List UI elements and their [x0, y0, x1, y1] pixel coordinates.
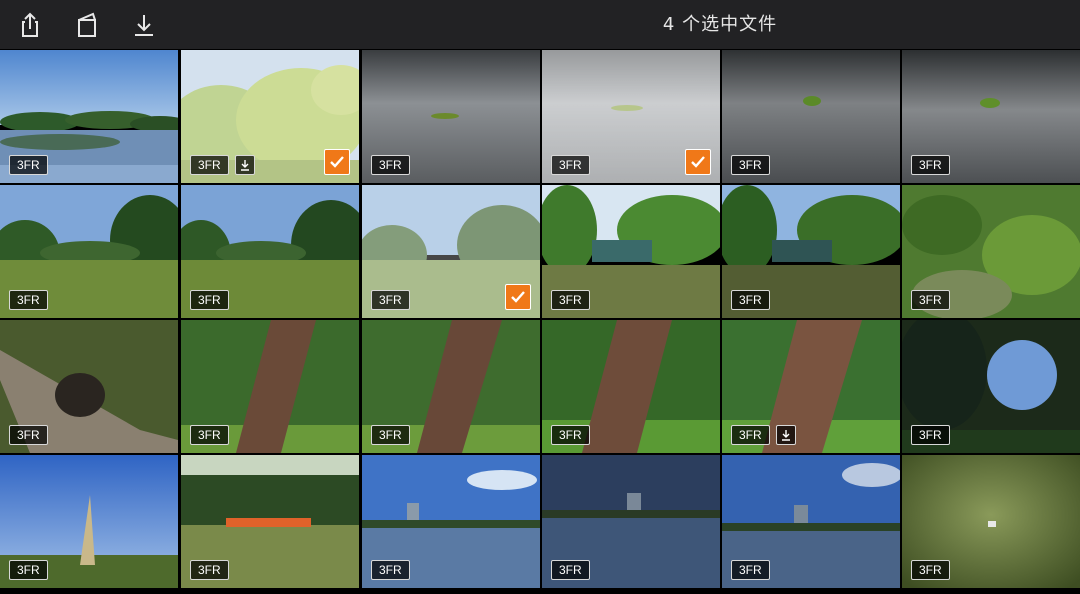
- format-badge: 3FR: [371, 425, 410, 445]
- photo-tile-pavilion-lake-1[interactable]: 3FR: [542, 185, 720, 318]
- photo-tile-city-lake-2[interactable]: 3FR: [542, 455, 720, 588]
- format-badge: 3FR: [551, 290, 590, 310]
- format-badge: 3FR: [551, 155, 590, 175]
- format-badge: 3FR: [911, 290, 950, 310]
- format-badge: 3FR: [731, 290, 770, 310]
- photo-tile-leaf-on-asphalt-2[interactable]: 3FR: [542, 50, 720, 183]
- photo-tile-willow-trees-bright[interactable]: 3FR: [181, 50, 359, 183]
- download-icon: [135, 14, 153, 36]
- photo-tile-grass-sky[interactable]: 3FR: [0, 455, 178, 588]
- folder-button[interactable]: [67, 0, 107, 49]
- photo-tile-leaf-on-asphalt-3[interactable]: 3FR: [722, 50, 900, 183]
- format-badge: 3FR: [371, 155, 410, 175]
- format-badge: 3FR: [9, 425, 48, 445]
- format-badge: 3FR: [190, 290, 229, 310]
- photo-tile-orange-benches[interactable]: 3FR: [181, 455, 359, 588]
- selected-check-icon[interactable]: [324, 149, 350, 175]
- photo-tile-city-lake-3[interactable]: 3FR: [722, 455, 900, 588]
- format-badge: 3FR: [731, 155, 770, 175]
- photo-tile-lake-reflection[interactable]: 3FR: [0, 50, 178, 183]
- photo-tile-meadow-trees-3[interactable]: 3FR: [362, 185, 540, 318]
- format-badge: 3FR: [9, 290, 48, 310]
- photo-tile-meadow-trees-2[interactable]: 3FR: [181, 185, 359, 318]
- photo-tile-city-lake-1[interactable]: 3FR: [362, 455, 540, 588]
- format-badge: 3FR: [9, 155, 48, 175]
- photo-tile-lawn-spot[interactable]: 3FR: [902, 455, 1080, 588]
- download-button[interactable]: [124, 0, 164, 49]
- format-badge: 3FR: [731, 425, 770, 445]
- selected-check-icon[interactable]: [685, 149, 711, 175]
- download-status-icon: [235, 155, 255, 175]
- share-icon: [22, 12, 38, 37]
- format-badge: 3FR: [551, 425, 590, 445]
- photo-tile-tree-trunk-2[interactable]: 3FR: [362, 320, 540, 453]
- format-badge: 3FR: [911, 155, 950, 175]
- format-badge: 3FR: [190, 560, 229, 580]
- photo-tile-pine-sky[interactable]: 3FR: [902, 320, 1080, 453]
- photo-tile-tree-trunk-1[interactable]: 3FR: [181, 320, 359, 453]
- format-badge: 3FR: [9, 560, 48, 580]
- format-badge: 3FR: [731, 560, 770, 580]
- photo-tile-tree-trunk-3[interactable]: 3FR: [542, 320, 720, 453]
- format-badge: 3FR: [551, 560, 590, 580]
- format-badge: 3FR: [911, 560, 950, 580]
- share-button[interactable]: [10, 0, 50, 49]
- format-badge: 3FR: [911, 425, 950, 445]
- top-toolbar: 4 个选中文件: [0, 0, 1080, 49]
- format-badge: 3FR: [190, 155, 229, 175]
- photo-grid: 3FR 3FR 3FR 3FR 3FR 3FR 3FR 3FR 3FR 3FR …: [0, 49, 1080, 594]
- photo-tile-leaf-on-asphalt-4[interactable]: 3FR: [902, 50, 1080, 183]
- selection-title: 4 个选中文件: [662, 14, 778, 35]
- folder-icon: [78, 12, 96, 37]
- photo-tile-tree-stump[interactable]: 3FR: [0, 320, 178, 453]
- format-badge: 3FR: [371, 560, 410, 580]
- photo-tile-pavilion-lake-2[interactable]: 3FR: [722, 185, 900, 318]
- format-badge: 3FR: [371, 290, 410, 310]
- download-status-icon: [776, 425, 796, 445]
- photo-tile-meadow-trees-1[interactable]: 3FR: [0, 185, 178, 318]
- photo-tile-leaf-on-asphalt-1[interactable]: 3FR: [362, 50, 540, 183]
- format-badge: 3FR: [190, 425, 229, 445]
- photo-tile-ground-plants[interactable]: 3FR: [902, 185, 1080, 318]
- selected-check-icon[interactable]: [505, 284, 531, 310]
- photo-tile-tree-trunk-4[interactable]: 3FR: [722, 320, 900, 453]
